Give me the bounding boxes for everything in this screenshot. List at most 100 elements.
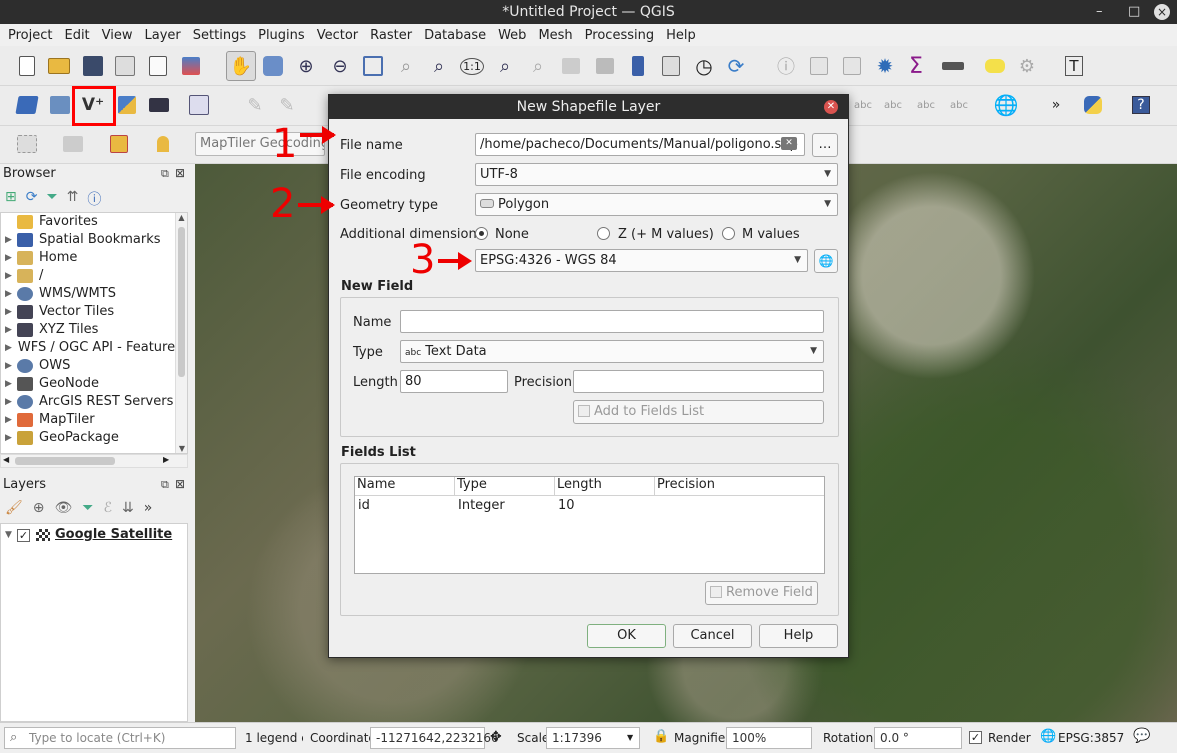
edit-pencil-icon[interactable]: ✎ (242, 92, 268, 118)
map-tips-icon[interactable] (982, 53, 1008, 79)
browser-item[interactable]: ▶ WFS / OGC API - Features (1, 339, 175, 357)
browser-item[interactable]: ▶ WMS/WMTS (1, 285, 175, 303)
zoom-layer-icon[interactable]: ⌕ (426, 53, 452, 79)
digitize-icon[interactable] (186, 92, 212, 118)
refresh-icon[interactable]: ⟳ (723, 53, 749, 79)
field-name-input[interactable] (400, 310, 824, 333)
expand-arrow-icon[interactable]: ▶ (5, 411, 17, 429)
help-icon[interactable]: ? (1128, 92, 1154, 118)
browser-hscrollbar[interactable]: ◀ ▶ (0, 454, 188, 468)
crs-status[interactable]: EPSG:3857 (1058, 727, 1124, 749)
browser-item[interactable]: ▶ GeoPackage (1, 429, 175, 447)
geometry-type-combo[interactable]: Polygon ▼ (475, 193, 838, 216)
fields-table[interactable]: Name Type Length Precision id Integer 10 (354, 476, 825, 574)
menu-settings[interactable]: Settings (187, 28, 252, 43)
refresh-browser-icon[interactable]: ⟳ (26, 189, 38, 209)
browse-button[interactable]: … (812, 133, 838, 157)
new-print-layout-icon[interactable] (112, 53, 138, 79)
layer-item-google-satellite[interactable]: ▼ ✓ Google Satellite (1, 526, 187, 544)
field-type-combo[interactable]: abc Text Data ▼ (400, 340, 824, 363)
pan-to-selection-icon[interactable] (260, 53, 286, 79)
messages-icon[interactable]: 💬 (1133, 728, 1150, 744)
zoom-out-icon[interactable]: ⊖ (327, 53, 353, 79)
new-3d-view-icon[interactable] (592, 53, 618, 79)
open-project-icon[interactable] (46, 53, 72, 79)
field-calculator-icon[interactable] (839, 53, 865, 79)
browser-item[interactable]: ▶ GeoNode (1, 375, 175, 393)
table-row[interactable]: id Integer 10 (355, 496, 824, 515)
close-panel-icon[interactable]: ⊠ (175, 166, 185, 180)
style-layer-icon[interactable]: 🖌 (5, 500, 23, 516)
menu-plugins[interactable]: Plugins (252, 28, 311, 43)
browser-item[interactable]: ▶ Home (1, 249, 175, 267)
expand-arrow-icon[interactable]: ▶ (5, 357, 17, 375)
data-source-manager-icon[interactable] (14, 92, 40, 118)
measure-icon[interactable] (940, 53, 966, 79)
browser-item[interactable]: ▶ MapTiler (1, 411, 175, 429)
lock-scale-icon[interactable]: 🔒 (653, 729, 669, 744)
toolbar-overflow-icon[interactable]: » (1043, 92, 1069, 118)
globe-plugin-icon[interactable]: 🌐 (993, 92, 1019, 118)
show-bookmarks-icon[interactable] (658, 53, 684, 79)
scale-combo[interactable]: 1:17396 (546, 727, 640, 749)
menu-edit[interactable]: Edit (58, 28, 95, 43)
statistics-sigma-icon[interactable]: Σ (903, 53, 929, 79)
collapse-all-icon[interactable]: ⇈ (67, 189, 79, 209)
file-encoding-combo[interactable]: UTF-8 ▼ (475, 163, 838, 186)
cancel-button[interactable]: Cancel (673, 624, 752, 648)
expand-arrow-icon[interactable]: ▶ (5, 231, 17, 249)
action-icon[interactable]: ⚙ (1014, 53, 1040, 79)
python-console-icon[interactable] (1080, 92, 1106, 118)
col-precision-header[interactable]: Precision (655, 477, 824, 495)
menu-processing[interactable]: Processing (579, 28, 660, 43)
col-length-header[interactable]: Length (555, 477, 655, 495)
remove-field-button[interactable]: Remove Field (705, 581, 818, 605)
expand-arrow-icon[interactable]: ▼ (5, 526, 17, 544)
deselect-icon[interactable] (106, 131, 132, 157)
new-project-icon[interactable] (14, 53, 40, 79)
help-button[interactable]: Help (759, 624, 838, 648)
menu-view[interactable]: View (96, 28, 139, 43)
pin-icon[interactable] (150, 131, 176, 157)
menu-vector[interactable]: Vector (311, 28, 364, 43)
layout-manager-icon[interactable] (145, 53, 171, 79)
text-annotation-icon[interactable]: T (1061, 53, 1087, 79)
browser-item[interactable]: Favorites (1, 213, 175, 231)
layer-visibility-checkbox[interactable]: ✓ (17, 528, 30, 542)
expand-arrow-icon[interactable]: ▶ (5, 375, 17, 393)
label-abc-icon-3[interactable]: abc (913, 92, 939, 118)
identify-icon[interactable]: ⓘ (773, 53, 799, 79)
expand-arrow-icon[interactable]: ▶ (5, 393, 17, 411)
file-name-input[interactable]: /home/pacheco/Documents/Manual/poligono.… (475, 133, 805, 156)
pan-icon[interactable]: ✋ (226, 51, 256, 81)
menu-help[interactable]: Help (660, 28, 702, 43)
new-virtual-layer-icon[interactable] (146, 92, 172, 118)
toggle-editing-icon[interactable]: ✎ (274, 92, 300, 118)
info-icon[interactable]: ⓘ (87, 189, 101, 209)
select-features-icon[interactable] (14, 131, 40, 157)
crs-globe-icon[interactable]: 🌐 (1040, 729, 1056, 744)
expand-arrow-icon[interactable]: ▶ (5, 303, 17, 321)
browser-item[interactable]: ▶ ArcGIS REST Servers (1, 393, 175, 411)
expand-arrow-icon[interactable]: ▶ (5, 321, 17, 339)
manage-visibility-icon[interactable]: 👁 (55, 500, 73, 516)
expand-arrow-icon[interactable]: ▶ (5, 339, 12, 357)
settings-gear-icon[interactable]: ✹ (872, 53, 898, 79)
new-map-view-icon[interactable] (558, 53, 584, 79)
zoom-last-icon[interactable]: ⌕ (492, 53, 518, 79)
add-group-icon[interactable]: ⊕ (33, 500, 45, 516)
float-panel-icon[interactable]: ⧉ (161, 167, 169, 181)
close-window-button[interactable]: × (1154, 4, 1170, 20)
layers-overflow-icon[interactable]: » (144, 500, 153, 516)
toggle-extents-icon[interactable]: ✥ (490, 729, 502, 745)
attribute-table-icon[interactable] (806, 53, 832, 79)
temporal-controller-icon[interactable]: ◷ (691, 53, 717, 79)
browser-item[interactable]: ▶ Spatial Bookmarks (1, 231, 175, 249)
col-name-header[interactable]: Name (355, 477, 455, 495)
minimize-button[interactable]: – (1096, 0, 1103, 24)
menu-raster[interactable]: Raster (364, 28, 418, 43)
expression-filter-icon[interactable]: ℰ (104, 500, 112, 516)
dialog-close-icon[interactable]: ✕ (824, 100, 838, 114)
browser-item[interactable]: ▶ Vector Tiles (1, 303, 175, 321)
expand-arrow-icon[interactable]: ▶ (5, 285, 17, 303)
